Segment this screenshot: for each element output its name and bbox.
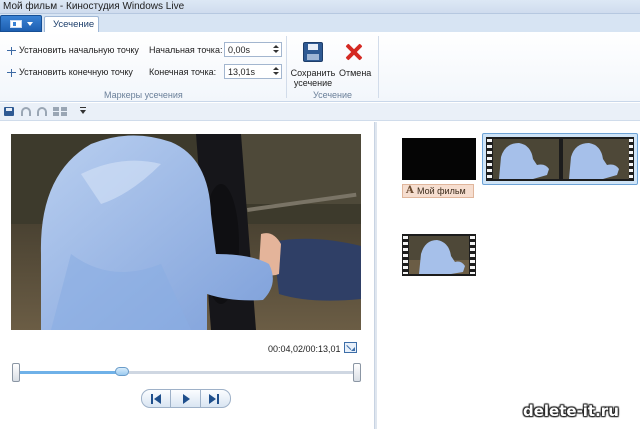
title-bar: Мой фильм - Киностудия Windows Live <box>0 0 640 14</box>
fullscreen-icon[interactable] <box>344 342 357 353</box>
customize-icon[interactable] <box>80 107 86 114</box>
video-clip-filmstrip <box>486 137 634 181</box>
group-separator <box>378 36 379 98</box>
trim-group-label: Усечение <box>313 90 353 100</box>
watermark: delete-it.ru <box>523 402 619 420</box>
tab-trim[interactable]: Усечение <box>44 16 99 33</box>
end-marker-icon <box>7 69 16 77</box>
next-frame-icon <box>217 394 219 404</box>
caption-tag[interactable]: A Мой фильм <box>402 184 474 198</box>
start-point-value: 0,00s <box>228 45 251 55</box>
save-icon <box>303 42 323 62</box>
trim-end-handle[interactable] <box>353 363 361 382</box>
start-point-label: Начальная точка: <box>149 45 223 55</box>
cancel-label: Отмена <box>339 68 372 78</box>
clip-thumbnail-image <box>409 236 469 274</box>
playback-progress <box>16 371 122 374</box>
start-marker-icon <box>7 47 16 55</box>
previous-frame-icon <box>154 394 161 404</box>
group-separator <box>286 36 287 98</box>
film-perforation <box>403 236 408 274</box>
next-frame-icon <box>209 394 216 404</box>
ribbon: Установить начальную точку Установить ко… <box>0 32 640 102</box>
save-trim-label-2: усечение <box>293 78 333 88</box>
end-point-label: Конечная точка: <box>149 67 217 77</box>
caption-text-icon: A <box>406 185 414 196</box>
video-frame-image <box>11 134 361 330</box>
grid-icon[interactable] <box>53 107 67 116</box>
previous-frame-button[interactable] <box>141 389 171 408</box>
redo-icon[interactable] <box>37 107 47 116</box>
play-button[interactable] <box>170 389 201 408</box>
set-start-point-label: Установить начальную точку <box>19 45 139 55</box>
set-end-point-button[interactable]: Установить конечную точку <box>7 67 141 79</box>
start-point-stepper[interactable]: 0,00s <box>224 42 282 57</box>
video-clip[interactable] <box>402 234 476 276</box>
app-menu-icon <box>10 20 22 28</box>
chevron-down-icon <box>27 22 33 26</box>
pane-splitter[interactable] <box>374 122 377 429</box>
set-start-point-button[interactable]: Установить начальную точку <box>7 45 141 57</box>
timecode: 00:04,02/00:13,01 <box>268 344 341 354</box>
title-clip[interactable] <box>402 138 476 180</box>
selected-video-clip[interactable] <box>482 133 638 185</box>
save-trim-label-1: Сохранить <box>290 68 336 78</box>
play-icon <box>183 394 190 404</box>
video-preview[interactable] <box>11 134 361 330</box>
trim-markers-group-label: Маркеры усечения <box>104 90 183 100</box>
cancel-button[interactable]: Отмена <box>339 38 371 88</box>
caption-label: Мой фильм <box>417 186 466 196</box>
ribbon-tab-row: Усечение <box>0 14 640 33</box>
undo-icon[interactable] <box>21 107 31 116</box>
close-icon <box>345 43 363 61</box>
save-icon[interactable] <box>4 107 14 116</box>
trim-track[interactable] <box>16 371 357 374</box>
previous-frame-icon <box>151 394 153 404</box>
quick-access-toolbar <box>0 103 640 121</box>
app-menu-button[interactable] <box>0 15 42 32</box>
end-point-value: 13,01s <box>228 67 256 77</box>
film-perforation <box>470 236 475 274</box>
playhead-slider[interactable] <box>114 367 129 376</box>
clip-thumbnail-image <box>493 139 629 179</box>
next-frame-button[interactable] <box>200 389 231 408</box>
save-trim-button[interactable]: Сохранить усечение <box>290 38 336 88</box>
set-end-point-label: Установить конечную точку <box>19 67 133 77</box>
spin-down-icon[interactable] <box>272 71 279 77</box>
end-point-stepper[interactable]: 13,01s <box>224 64 282 79</box>
window-title: Мой фильм - Киностудия Windows Live <box>3 1 185 12</box>
tab-trim-label: Усечение <box>53 19 95 30</box>
spin-down-icon[interactable] <box>272 49 279 55</box>
film-perforation <box>487 139 492 179</box>
trim-start-handle[interactable] <box>12 363 20 382</box>
